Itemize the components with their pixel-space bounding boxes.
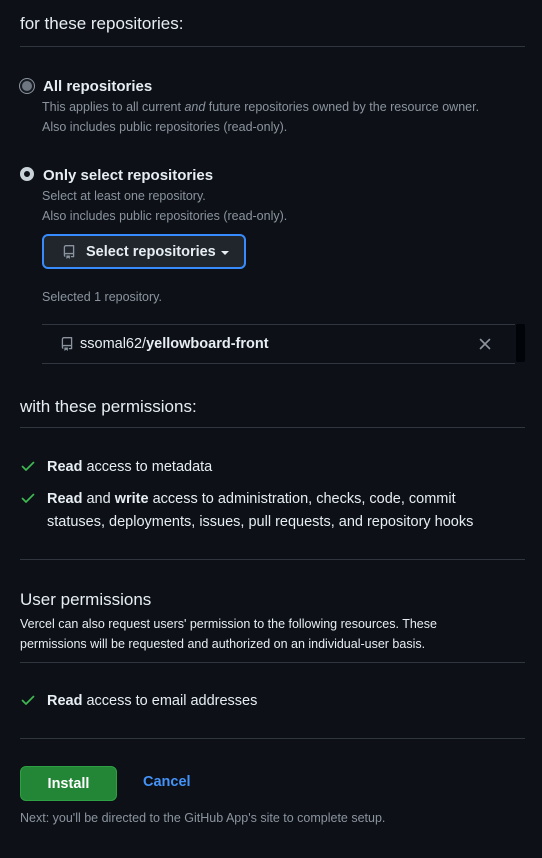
repo-name: yellowboard-front <box>146 336 269 352</box>
perm-bold: write <box>114 491 149 507</box>
selected-repo-row: ssomal62/yellowboard-front <box>42 324 515 364</box>
all-repositories-description: This applies to all current and future r… <box>42 100 479 114</box>
cancel-link[interactable]: Cancel <box>143 774 191 790</box>
repo-list-scrollbar[interactable] <box>516 324 525 362</box>
check-icon <box>21 493 35 503</box>
user-permission-item-email: Read access to email addresses <box>20 690 520 713</box>
all-repositories-radio[interactable] <box>20 79 34 93</box>
perm-bold: Read <box>47 491 83 507</box>
desc-emphasis: and <box>184 100 206 114</box>
all-repositories-description-line2: Also includes public repositories (read-… <box>42 120 288 134</box>
only-select-description: Select at least one repository. <box>42 189 206 203</box>
perm-text: access to metadata <box>82 459 213 475</box>
repo-icon <box>63 244 75 259</box>
divider <box>20 427 525 428</box>
perm-bold: Read <box>47 693 83 709</box>
perm-text: access to email addresses <box>82 693 258 709</box>
repo-owner: ssomal62/ <box>80 336 147 352</box>
perm-text: and <box>82 491 115 507</box>
select-repositories-button[interactable]: Select repositories <box>42 234 246 269</box>
user-permissions-title: User permissions <box>20 590 152 609</box>
next-step-note: Next: you'll be directed to the GitHub A… <box>20 811 386 825</box>
only-select-repositories-radio[interactable] <box>20 167 34 181</box>
divider <box>20 559 525 560</box>
permissions-section-title: with these permissions: <box>20 397 197 416</box>
caret-down-icon <box>220 250 229 255</box>
check-icon <box>21 695 35 705</box>
all-repositories-label[interactable]: All repositories <box>43 78 152 95</box>
check-icon <box>21 461 35 471</box>
install-permissions-page: for these repositories: All repositories… <box>0 0 542 858</box>
perm-bold: Read <box>47 459 83 475</box>
permission-item-metadata: Read access to metadata <box>20 456 520 479</box>
selected-count: Selected 1 repository. <box>42 290 162 304</box>
desc-text: future repositories owned by the resourc… <box>205 100 480 114</box>
repo-icon <box>61 337 73 351</box>
only-select-description-line2: Also includes public repositories (read-… <box>42 209 288 223</box>
permission-item-read-write: Read and write access to administration,… <box>20 488 510 534</box>
divider <box>20 738 525 739</box>
user-permissions-description: Vercel can also request users' permissio… <box>20 617 437 651</box>
divider <box>20 46 525 47</box>
repositories-section-title: for these repositories: <box>20 14 184 33</box>
only-select-repositories-label[interactable]: Only select repositories <box>43 167 213 184</box>
select-repositories-label: Select repositories <box>86 243 216 260</box>
remove-repo-x-icon[interactable] <box>477 336 493 352</box>
selected-repo-name: ssomal62/yellowboard-front <box>80 336 269 352</box>
desc-text: This applies to all current <box>42 100 185 114</box>
divider <box>20 662 525 663</box>
install-button[interactable]: Install <box>20 766 117 801</box>
